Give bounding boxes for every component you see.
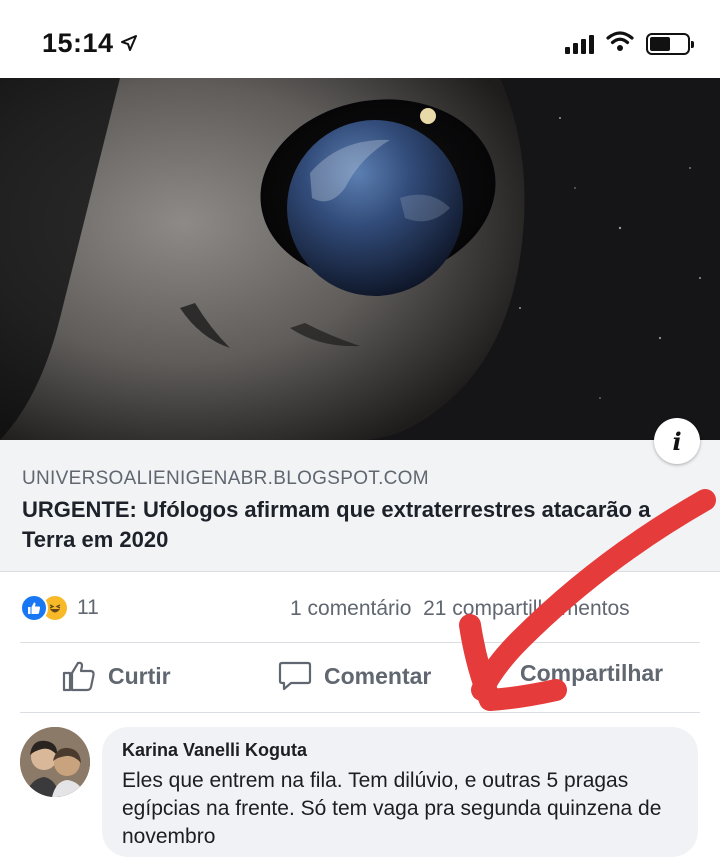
status-icons [565,30,694,57]
reaction-count: 11 [77,596,99,619]
like-button[interactable]: Curtir [62,660,171,692]
share-count[interactable]: 21 compartilhamentos [423,597,630,620]
speech-bubble-icon [278,660,312,692]
comment-count[interactable]: 1 comentário [290,597,411,620]
post-stats[interactable]: 1 comentário 21 compartilhamentos [290,597,630,621]
thumbs-up-icon [62,660,96,692]
comment-label: Comentar [324,662,432,689]
cellular-signal-icon [565,34,594,54]
status-time: 15:14 [42,28,138,59]
info-icon: i [672,426,682,456]
link-preview[interactable]: UNIVERSOALIENIGENABR.BLOGSPOT.COM URGENT… [0,440,720,572]
link-preview-image[interactable] [0,78,720,440]
comment-bubble[interactable]: Karina Vanelli Koguta Eles que entrem na… [102,727,698,857]
link-domain: UNIVERSOALIENIGENABR.BLOGSPOT.COM [22,468,429,489]
share-label: Compartilhar [520,660,664,686]
link-title[interactable]: URGENTE: Ufólogos afirmam que extraterre… [22,495,662,555]
reactions-summary[interactable]: 11 [20,594,99,622]
avatar-photo [20,727,90,797]
commenter-avatar[interactable] [20,727,90,797]
alien-earth-illustration [0,78,720,440]
divider [20,642,700,643]
battery-icon [646,32,694,55]
wifi-icon [606,30,634,57]
like-label: Curtir [108,662,171,689]
comment-text: Eles que entrem na fila. Tem dilúvio, e … [122,769,662,848]
divider [20,712,700,713]
share-button[interactable]: Compartilhar [520,660,663,687]
ad-info-button[interactable]: i [654,418,700,464]
location-arrow-icon [120,28,138,59]
clock-text: 15:14 [42,28,114,58]
like-reaction-icon [20,594,48,622]
status-bar: 15:14 [0,0,720,78]
comment-button[interactable]: Comentar [278,660,431,692]
comment-author[interactable]: Karina Vanelli Koguta [122,740,678,761]
